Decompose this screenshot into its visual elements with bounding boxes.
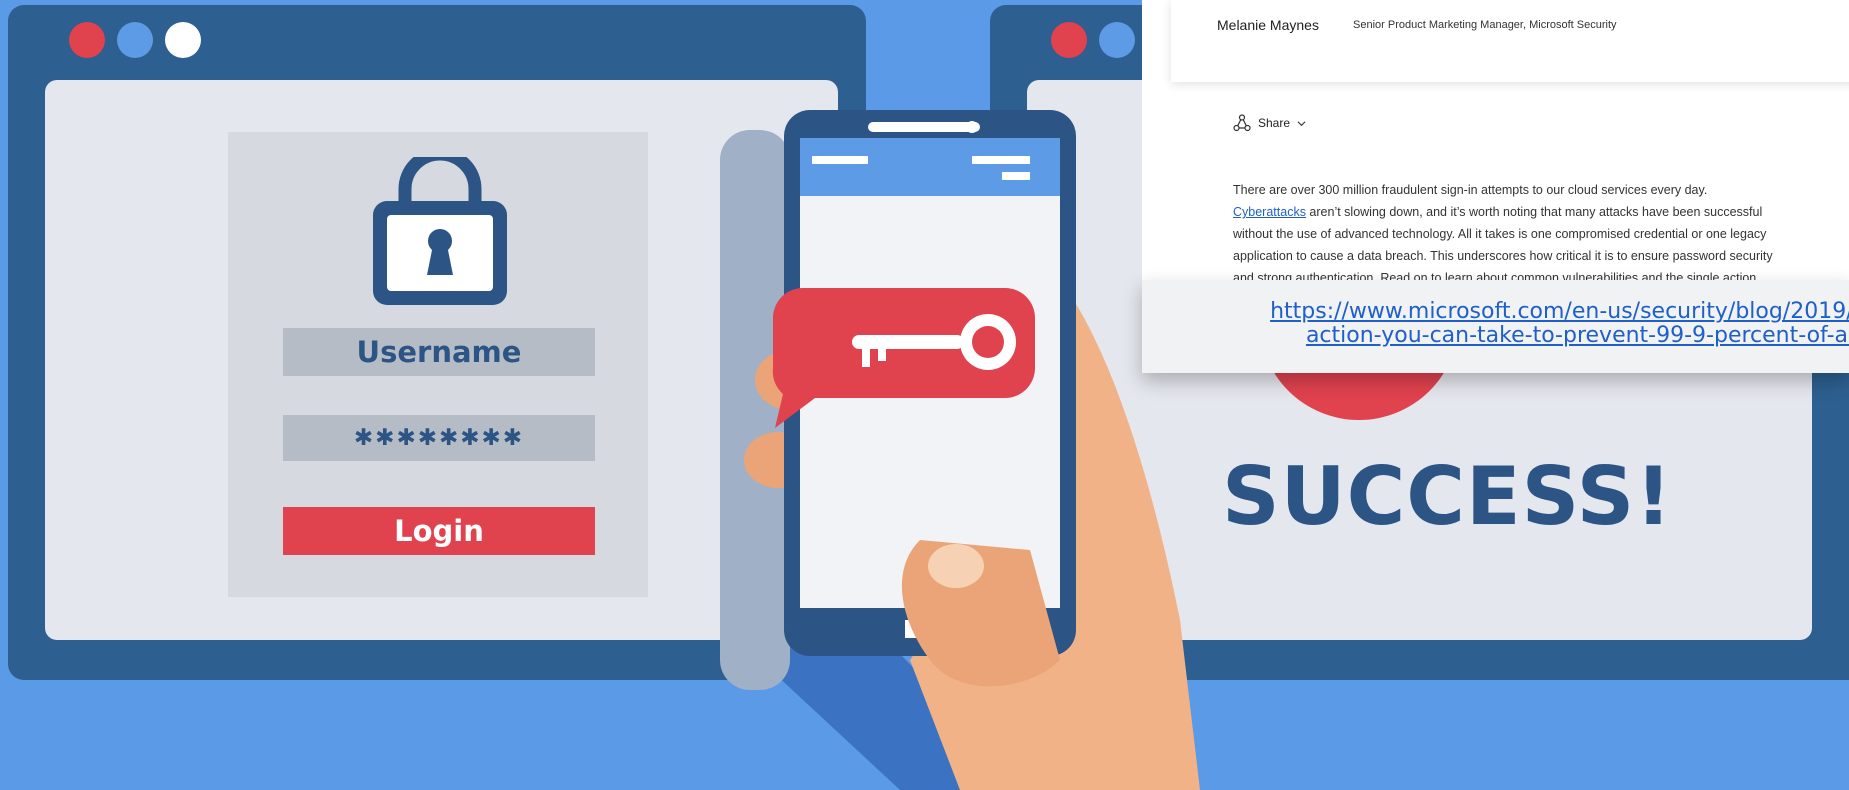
window-dot-blue-2 — [1099, 22, 1135, 58]
window-dot-red — [69, 22, 105, 58]
window-dot-blue — [117, 22, 153, 58]
share-button[interactable]: Share — [1233, 112, 1306, 134]
article-line: There are over 300 million fraudulent si… — [1233, 183, 1708, 197]
article-line: application to cause a data breach. This… — [1233, 249, 1773, 263]
author-card: Melanie Maynes Senior Product Marketing … — [1171, 0, 1849, 82]
login-button: Login — [283, 507, 595, 555]
article-panel: Melanie Maynes Senior Product Marketing … — [1142, 0, 1849, 280]
article-line: Cyberattacks aren’t slowing down, and it… — [1233, 205, 1763, 219]
cyberattacks-link[interactable]: Cyberattacks — [1233, 205, 1306, 219]
url-line: action-you-can-take-to-prevent-99-9-perc… — [1305, 323, 1849, 348]
chevron-down-icon — [1297, 120, 1306, 126]
author-title: Senior Product Marketing Manager, Micros… — [1353, 19, 1617, 31]
window-dot-red-2 — [1051, 22, 1087, 58]
share-label: Share — [1258, 116, 1291, 130]
article-line: without the use of advanced technology. … — [1233, 227, 1767, 241]
url-tooltip: https://www.microsoft.com/en-us/security… — [1142, 280, 1849, 373]
password-field: ✱✱✱✱✱✱✱✱ — [283, 415, 595, 461]
share-icon — [1233, 114, 1251, 132]
article-url-link[interactable]: https://www.microsoft.com/en-us/security… — [1162, 300, 1849, 348]
username-field: Username — [283, 328, 595, 376]
padlock-icon — [373, 157, 507, 305]
url-line: https://www.microsoft.com/en-us/security… — [1270, 299, 1849, 324]
article-body: There are over 300 million fraudulent si… — [1233, 179, 1833, 280]
author-name[interactable]: Melanie Maynes — [1217, 17, 1319, 33]
success-text: SUCCESS! — [1222, 450, 1673, 543]
article-line: and strong authentication. Read on to le… — [1233, 271, 1757, 280]
window-dot-white — [165, 22, 201, 58]
login-card: Username ✱✱✱✱✱✱✱✱ Login — [228, 132, 648, 597]
